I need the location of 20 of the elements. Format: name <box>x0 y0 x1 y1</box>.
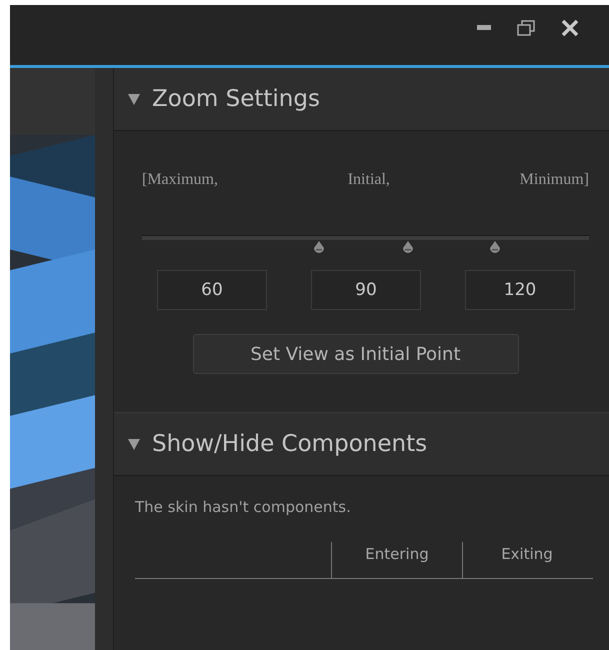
slider-thumb[interactable] <box>402 241 414 255</box>
minimize-icon[interactable] <box>477 25 491 31</box>
section-title: Zoom Settings <box>152 86 320 112</box>
value-field[interactable]: 90 <box>311 270 421 310</box>
empty-message: The skin hasn't components. <box>135 498 352 516</box>
column-header: Exiting <box>462 542 591 578</box>
value-field[interactable]: 60 <box>157 270 267 310</box>
range-label: Initial, <box>348 171 390 189</box>
close-icon[interactable] <box>561 19 579 37</box>
slider-thumb[interactable] <box>312 241 325 255</box>
section-title: Show/Hide Components <box>152 431 428 457</box>
section-header[interactable]: Zoom Settings <box>114 68 609 131</box>
range-label: [Maximum, <box>142 171 218 189</box>
set-view-button[interactable]: Set View as Initial Point <box>192 334 518 374</box>
slider-thumb[interactable] <box>489 241 502 255</box>
value-field[interactable]: 120 <box>465 270 575 310</box>
column-header: Entering <box>331 542 462 578</box>
range-label: Minimum] <box>520 171 589 189</box>
section-header[interactable]: Show/Hide Components <box>114 412 609 476</box>
restore-icon[interactable] <box>517 20 535 36</box>
